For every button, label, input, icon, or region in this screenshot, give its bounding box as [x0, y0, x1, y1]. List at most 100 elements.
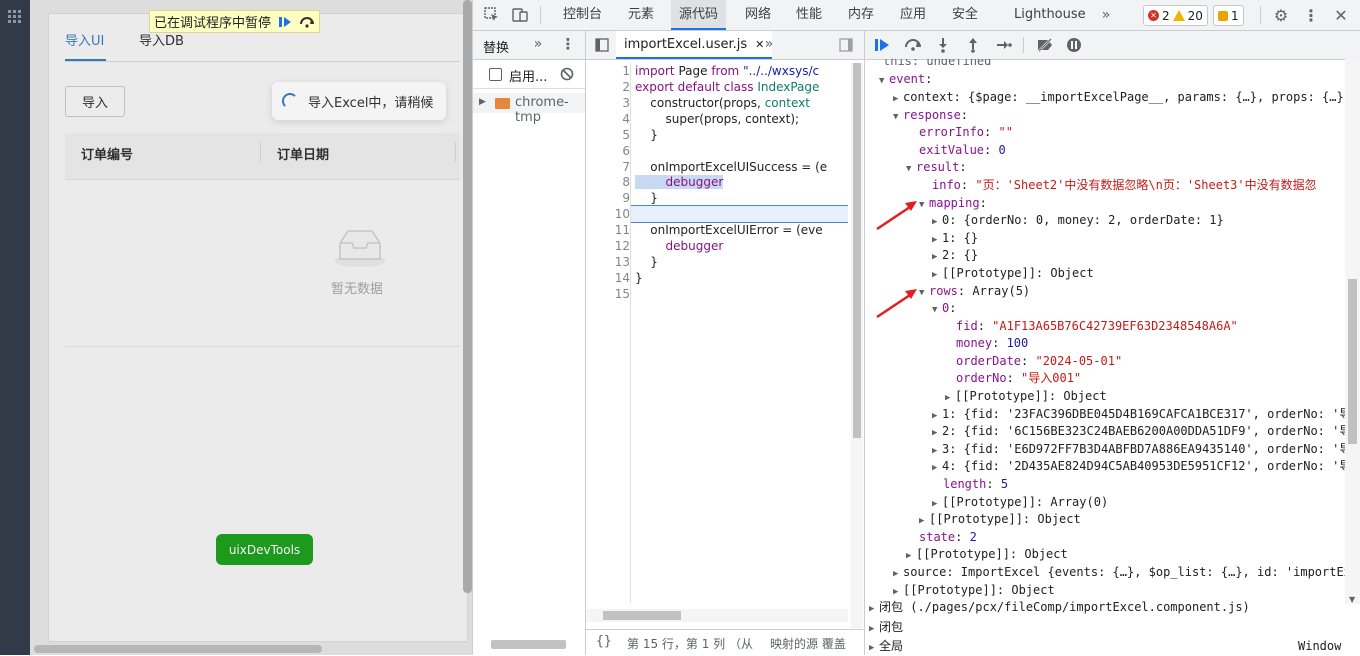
folder-item[interactable]: ▶ chrome-tmp: [473, 93, 585, 125]
scope-mapping-0[interactable]: ▶ 0: {orderNo: 0, money: 2, orderDate: 1}: [932, 212, 1224, 229]
scope-mapping-node[interactable]: ▼ mapping:: [919, 195, 987, 212]
scroll-down-icon[interactable]: ▼: [1349, 595, 1355, 604]
scrollbar-thumb[interactable]: [853, 63, 861, 438]
deactivate-breakpoints-icon[interactable]: [1035, 36, 1055, 54]
line-number[interactable]: 15: [615, 286, 630, 302]
line-number[interactable]: 9: [622, 190, 630, 206]
line-number[interactable]: 11: [615, 222, 630, 238]
step-into-icon[interactable]: [935, 36, 951, 54]
scope-row-4[interactable]: ▶ 4: {fid: '2D435AE824D94C5AB40953DE5951C…: [932, 458, 1345, 475]
scope-response-proto[interactable]: ▶ [[Prototype]]: Object: [906, 546, 1068, 563]
step-icon[interactable]: [995, 36, 1013, 54]
code-line[interactable]: }: [635, 254, 658, 270]
more-options-icon[interactable]: ⋮: [1301, 5, 1321, 25]
uix-devtools-button[interactable]: uixDevTools: [216, 534, 313, 565]
collapsed-arrow-icon[interactable]: ▶: [869, 621, 879, 638]
toggle-navigator-icon[interactable]: [594, 37, 610, 53]
code-line[interactable]: export default class IndexPage: [635, 79, 819, 95]
scope-mapping-1[interactable]: ▶ 1: {}: [932, 230, 978, 247]
code-line[interactable]: onImportExcelUISuccess = (e: [635, 159, 827, 175]
code-line[interactable]: debugger: [635, 238, 724, 254]
tab-sources[interactable]: 源代码: [671, 0, 727, 30]
collapsed-arrow-icon[interactable]: ▶: [893, 91, 903, 108]
inspect-element-icon[interactable]: [483, 6, 501, 24]
enable-overrides-checkbox[interactable]: [489, 68, 502, 81]
line-number[interactable]: 14: [615, 270, 630, 286]
tab-lighthouse[interactable]: Lighthouse: [1014, 0, 1086, 30]
scrollbar-thumb[interactable]: [1348, 279, 1357, 444]
editor-horizontal-scrollbar[interactable]: [586, 609, 848, 622]
line-number[interactable]: 4: [622, 111, 630, 127]
line-number[interactable]: 6: [622, 143, 630, 159]
expanded-arrow-icon[interactable]: ▼: [879, 73, 889, 90]
code-line[interactable]: onImportExcelUIError = (eve: [635, 222, 822, 238]
code-line[interactable]: import Page from "../../wxsys/c: [635, 63, 819, 79]
code-line[interactable]: }: [635, 270, 643, 286]
tab-memory[interactable]: 内存: [848, 0, 874, 30]
tab-network[interactable]: 网络: [745, 0, 771, 30]
collapsed-arrow-icon[interactable]: ▶: [869, 640, 879, 655]
expanded-arrow-icon[interactable]: ▼: [932, 302, 942, 319]
more-tabs-chevron-icon[interactable]: »: [762, 36, 776, 52]
collapsed-arrow-icon[interactable]: ▶: [932, 425, 942, 442]
line-number[interactable]: 3: [622, 95, 630, 111]
more-tabs-chevron-icon[interactable]: »: [1097, 6, 1115, 24]
apps-grid-icon[interactable]: [8, 10, 21, 23]
errors-warnings-badge[interactable]: ✕ 2 20: [1143, 5, 1208, 26]
scope-rows-proto[interactable]: ▶ [[Prototype]]: Array(0): [932, 494, 1108, 511]
scope-source-node[interactable]: ▶ source: ImportExcel {events: {…}, $op_l…: [893, 564, 1345, 581]
line-number[interactable]: 10: [615, 206, 630, 222]
editor-vertical-scrollbar[interactable]: [851, 63, 863, 628]
expanded-arrow-icon[interactable]: ▼: [919, 285, 929, 302]
device-toolbar-icon[interactable]: [511, 6, 529, 24]
collapsed-arrow-icon[interactable]: ▶: [893, 566, 903, 583]
step-over-icon[interactable]: [903, 36, 923, 54]
scope-mapping-proto[interactable]: ▶ [[Prototype]]: Object: [932, 265, 1094, 282]
collapsed-arrow-icon[interactable]: ▶: [919, 513, 929, 530]
step-out-icon[interactable]: [965, 36, 981, 54]
scope-rows-node[interactable]: ▼ rows: Array(5): [919, 283, 1030, 300]
scope-global[interactable]: ▶ 全局: [869, 638, 903, 655]
expanded-arrow-icon[interactable]: ▼: [919, 197, 929, 214]
expanded-arrow-icon[interactable]: ▼: [906, 161, 916, 178]
expanded-arrow-icon[interactable]: ▼: [893, 109, 903, 126]
tab-performance[interactable]: 性能: [796, 0, 822, 30]
scope-mapping-2[interactable]: ▶ 2: {}: [932, 247, 978, 264]
scope-row-2[interactable]: ▶ 2: {fid: '6C156BE323C24BAEB6200A00DDA51…: [932, 423, 1345, 440]
tab-overrides[interactable]: 替换: [483, 37, 509, 56]
scope-event-node[interactable]: ▼ event:: [879, 71, 932, 88]
toggle-debugger-icon[interactable]: [838, 37, 854, 53]
close-icon[interactable]: ✕: [1331, 5, 1351, 25]
step-over-icon[interactable]: [299, 14, 315, 30]
scope-row-1[interactable]: ▶ 1: {fid: '23FAC396DBE045D4B169CAFCA1BCE…: [932, 406, 1345, 423]
scope-vertical-scrollbar[interactable]: ▼: [1345, 59, 1360, 604]
collapsed-arrow-icon[interactable]: ▶: [869, 601, 879, 618]
code-line[interactable]: debugger: [635, 174, 724, 190]
tab-import-ui[interactable]: 导入UI: [65, 30, 104, 49]
line-number[interactable]: 2: [622, 79, 630, 95]
code-line[interactable]: constructor(props, context: [635, 95, 810, 111]
tab-security[interactable]: 安全: [952, 0, 978, 30]
collapsed-arrow-icon[interactable]: ▶: [945, 390, 955, 407]
tab-application[interactable]: 应用: [900, 0, 926, 30]
scope-context-node[interactable]: ▶ context: {$page: __importExcelPage__, p…: [893, 89, 1345, 106]
scope-event-proto[interactable]: ▶ [[Prototype]]: Object: [893, 582, 1055, 599]
app-vertical-scrollbar[interactable]: [463, 0, 472, 593]
pretty-print-icon[interactable]: {}: [596, 634, 612, 649]
code-line[interactable]: }: [635, 127, 658, 143]
scrollbar-thumb[interactable]: [603, 611, 681, 620]
line-number[interactable]: 12: [615, 238, 630, 254]
clear-block-icon[interactable]: [559, 66, 575, 82]
more-tabs-chevron-icon[interactable]: »: [531, 36, 545, 52]
more-options-icon[interactable]: ⋮: [561, 35, 576, 53]
code-area[interactable]: 1 2 3 4 5 6 7 8 9 10 11 12 13 14 15 impo…: [586, 63, 848, 603]
scope-row-proto[interactable]: ▶ [[Prototype]]: Object: [945, 388, 1107, 405]
code-line[interactable]: }: [635, 190, 658, 206]
tab-elements[interactable]: 元素: [628, 0, 654, 30]
collapsed-arrow-icon[interactable]: ▶: [932, 249, 942, 266]
code-line[interactable]: super(props, context);: [635, 111, 800, 127]
collapsed-arrow-icon[interactable]: ▶: [932, 214, 942, 231]
line-number[interactable]: 13: [615, 254, 630, 270]
line-number[interactable]: 8: [622, 174, 630, 190]
pause-on-exceptions-icon[interactable]: [1065, 36, 1083, 54]
